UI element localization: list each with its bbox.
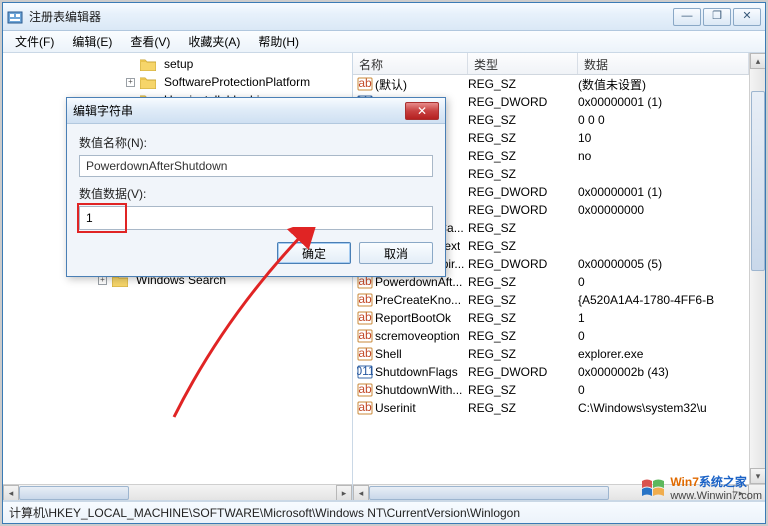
watermark-brand-a: Win7 (670, 475, 699, 489)
value-name-field (79, 155, 433, 177)
dialog-title: 编辑字符串 (73, 102, 405, 119)
ok-button[interactable]: 确定 (277, 242, 351, 264)
close-icon: ✕ (417, 104, 427, 118)
modal-overlay: 编辑字符串 ✕ 数值名称(N): 数值数据(V): 确定 取消 (2, 2, 766, 524)
value-data-label: 数值数据(V): (79, 185, 433, 202)
dialog-close-button[interactable]: ✕ (405, 102, 439, 120)
watermark: Win7系统之家 www.Winwin7.com (640, 473, 762, 502)
watermark-url: www.Winwin7.com (670, 490, 762, 502)
edit-string-dialog: 编辑字符串 ✕ 数值名称(N): 数值数据(V): 确定 取消 (66, 97, 446, 277)
dialog-titlebar[interactable]: 编辑字符串 ✕ (67, 98, 445, 124)
watermark-brand-b: 系统之家 (699, 475, 747, 489)
windows-logo-icon (640, 477, 666, 499)
value-name-label: 数值名称(N): (79, 134, 433, 151)
cancel-button[interactable]: 取消 (359, 242, 433, 264)
value-data-field[interactable] (79, 206, 433, 230)
